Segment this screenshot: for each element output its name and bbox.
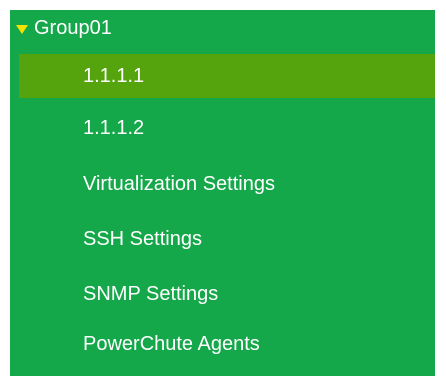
tree-item-virtualization-settings[interactable]: Virtualization Settings [10,162,435,206]
tree-item-label: Virtualization Settings [83,172,275,195]
group-label: Group01 [34,16,112,39]
tree-item-snmp-settings[interactable]: SNMP Settings [10,272,435,316]
tree-item-ssh-settings[interactable]: SSH Settings [10,217,435,261]
tree-item-label: SSH Settings [83,227,202,250]
tree-item-powerchute-agents[interactable]: PowerChute Agents [10,322,435,366]
nav-tree: Group01 1.1.1.1 1.1.1.2 Virtualization S… [10,10,435,376]
triangle-down-icon [16,24,28,34]
tree-item-label: PowerChute Agents [83,332,260,355]
tree-item-1-1-1-2[interactable]: 1.1.1.2 [10,106,435,150]
tree-item-label: 1.1.1.2 [83,116,145,139]
tree-item-label: SNMP Settings [83,282,219,305]
navigation-panel: Group01 1.1.1.1 1.1.1.2 Virtualization S… [0,0,446,376]
tree-item-1-1-1-1[interactable]: 1.1.1.1 [19,54,435,98]
tree-item-label: 1.1.1.1 [83,64,145,87]
group-toggle-group01[interactable]: Group01 [10,10,435,46]
